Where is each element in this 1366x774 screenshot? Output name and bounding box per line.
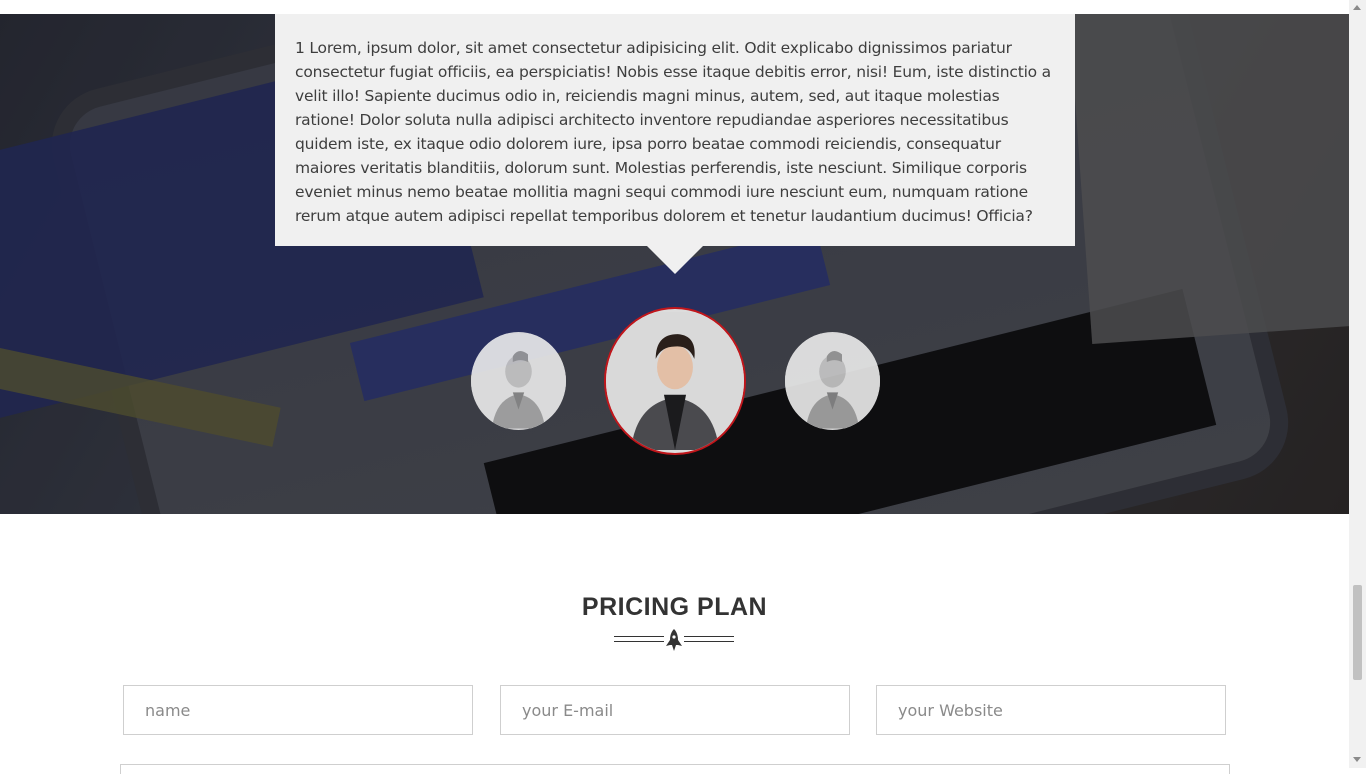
- testimonial-text: 1 Lorem, ipsum dolor, sit amet consectet…: [295, 39, 1051, 225]
- pricing-plan-heading: PRICING PLAN: [581, 593, 768, 621]
- message-textarea[interactable]: [120, 764, 1230, 774]
- testimonial-avatar-next[interactable]: [785, 332, 880, 430]
- testimonial-bubble: 1 Lorem, ipsum dolor, sit amet consectet…: [275, 14, 1075, 246]
- divider-line-right: [684, 636, 734, 642]
- website-input[interactable]: [876, 685, 1226, 735]
- person-icon: [606, 312, 744, 450]
- testimonial-avatar-active[interactable]: [604, 307, 746, 455]
- scroll-up-arrow-icon[interactable]: [1353, 5, 1361, 10]
- testimonial-bubble-pointer: [647, 246, 703, 274]
- name-input[interactable]: [123, 685, 473, 735]
- page-scrollbar[interactable]: [1349, 0, 1366, 768]
- rocket-icon: [666, 629, 682, 651]
- top-strip: [0, 0, 1349, 14]
- divider-line-left: [614, 636, 664, 642]
- person-icon: [785, 333, 880, 429]
- email-input[interactable]: [500, 685, 850, 735]
- testimonial-avatar-prev[interactable]: [471, 332, 566, 430]
- scrollbar-thumb[interactable]: [1353, 585, 1362, 680]
- heading-divider: [612, 628, 736, 652]
- person-icon: [471, 333, 566, 429]
- scroll-down-arrow-icon[interactable]: [1353, 757, 1361, 762]
